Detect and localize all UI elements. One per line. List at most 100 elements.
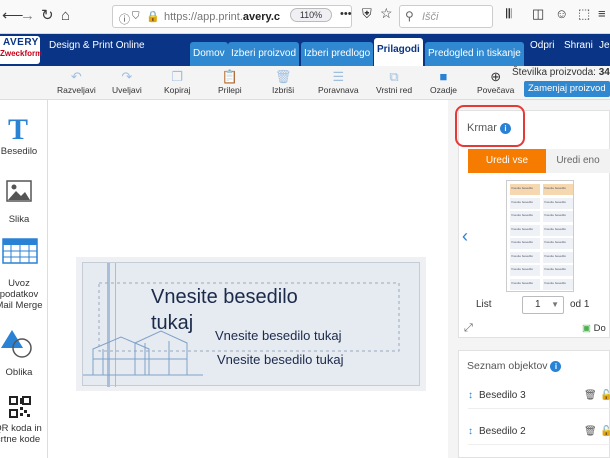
toolbar-label: Prilepi xyxy=(218,85,242,95)
toolbar-copy-button[interactable]: ❐ Kopiraj xyxy=(164,66,190,95)
undo-icon: ↶ xyxy=(70,69,82,84)
account-icon[interactable]: ☺ xyxy=(555,6,568,21)
object-label: Besedilo 2 xyxy=(479,426,526,437)
tab-customize[interactable]: Prilagodi xyxy=(374,38,423,66)
mail-merge-tool[interactable]: Uvoz podatkov Mail Merge xyxy=(0,238,48,311)
lock-icon[interactable]: 🔓 xyxy=(600,383,610,409)
tab-select-template[interactable]: Izberi predlogo xyxy=(301,42,374,66)
thumbnail-label-cell: Vnesite besedilo xyxy=(543,197,573,209)
thumbnail-label-cell: Vnesite besedilo xyxy=(543,184,573,195)
zoom-indicator[interactable]: 110% xyxy=(290,8,332,22)
home-icon[interactable]: ⌂ xyxy=(61,7,70,25)
image-icon xyxy=(6,180,32,202)
list-item[interactable]: ↕ Besedilo 2 🗑 🔓 xyxy=(468,419,610,445)
drag-handle-icon[interactable]: ↕ xyxy=(468,390,473,401)
forward-icon[interactable]: → xyxy=(20,7,35,25)
text-icon: T xyxy=(7,113,28,146)
toolbar-paste-button[interactable]: 📋 Prilepi xyxy=(218,66,242,95)
toolbar-background-button[interactable]: ■ Ozadje xyxy=(430,66,457,95)
shape-tool-label: Oblika xyxy=(5,367,33,378)
shield-icon[interactable]: ⛉ xyxy=(132,11,140,22)
open-link[interactable]: Odpri xyxy=(530,40,554,51)
thumbnail-label-cell: Vnesite besedilo xyxy=(510,251,540,263)
page-select[interactable]: 1 ▼ xyxy=(522,296,564,314)
thumbnail-label-cell: Vnesite besedilo xyxy=(510,278,540,290)
qr-icon xyxy=(9,396,31,418)
bookmark-star-icon[interactable]: ☆ xyxy=(380,5,393,22)
list-item[interactable]: ↕ Besedilo 3 🗑 🔓 xyxy=(468,383,610,409)
sheet-thumbnail[interactable]: Vnesite besedilo Vnesite besedilo Vnesite … xyxy=(506,180,574,292)
redo-icon: ↷ xyxy=(121,69,133,84)
tab-select-product[interactable]: Izberi proizvod xyxy=(228,42,300,66)
reload-icon[interactable]: ↻ xyxy=(41,7,54,25)
page-actions-button[interactable]: ••• xyxy=(340,8,352,20)
save-link[interactable]: Shrani xyxy=(564,40,593,51)
paste-icon: 📋 xyxy=(221,69,238,84)
navigator-title-text: Krmar xyxy=(467,122,497,134)
trash-icon: 🗑 xyxy=(274,69,292,84)
trash-icon[interactable]: 🗑 xyxy=(584,419,597,445)
lock-icon[interactable]: 🔓 xyxy=(600,419,610,445)
edit-all-button[interactable]: Uredi vse xyxy=(468,149,546,173)
thumbnail-label-cell: Vnesite besedilo xyxy=(510,184,540,195)
sidebar-icon[interactable]: ◫ xyxy=(532,6,544,22)
extension-icon[interactable]: ⬚ xyxy=(578,6,590,22)
thumbnail-label-cell: Vnesite besedilo xyxy=(543,251,573,263)
thumbnail-label-cell: Vnesite besedilo xyxy=(543,211,573,222)
url-domain: avery.c xyxy=(242,11,280,23)
info-icon[interactable]: ⓘ xyxy=(119,11,130,27)
search-box[interactable]: ⚲ Išči xyxy=(399,5,493,28)
label-text-2[interactable]: Vnesite besedilo tukaj xyxy=(215,328,341,343)
search-placeholder: Išči xyxy=(422,11,439,23)
toolbar-trash-button[interactable]: 🗑 Izbriši xyxy=(272,66,294,95)
drag-handle-icon[interactable]: ↕ xyxy=(468,426,473,437)
thumbnail-label-cell: Vnesite besedilo xyxy=(543,265,573,276)
label-preview[interactable]: Vnesite besedilo tukaj Vnesite besedilo t… xyxy=(82,262,420,387)
url-text: https://app.print.avery.c xyxy=(164,11,280,23)
toolbar-label: Kopiraj xyxy=(164,85,191,95)
page-of: od 1 xyxy=(570,299,590,310)
toolbar-label: Vrstni red xyxy=(376,85,413,95)
toolbar-undo-button[interactable]: ↶ Razveljavi xyxy=(57,66,96,95)
pocket-icon[interactable]: ⛨ xyxy=(362,6,372,22)
qr-tool-label: QR koda in črtne kode xyxy=(0,423,42,445)
label-text-3[interactable]: Vnesite besedilo tukaj xyxy=(217,352,343,367)
thumbnail-label-cell: Vnesite besedilo xyxy=(510,238,540,249)
trash-icon[interactable]: 🗑 xyxy=(584,383,597,409)
thumbnail-label-cell: Vnesite besedilo xyxy=(543,238,573,249)
language-link[interactable]: Je xyxy=(599,40,610,51)
download-button[interactable]: ▣ Do xyxy=(582,323,606,334)
info-icon[interactable]: i xyxy=(550,361,562,372)
align-icon: ☰ xyxy=(332,69,345,84)
edit-one-button[interactable]: Uredi eno xyxy=(546,149,610,173)
expand-icon[interactable]: ⤢ xyxy=(464,322,473,335)
toolbar-label: Razveljavi xyxy=(57,85,96,95)
product-number: Številka proizvoda: 34 xyxy=(512,67,610,78)
qr-barcode-tool[interactable]: QR koda in črtne kode xyxy=(0,396,48,445)
add-text-tool[interactable]: T Besedilo xyxy=(0,113,48,158)
menu-icon[interactable]: ≡ xyxy=(598,6,606,21)
chevron-left-icon[interactable]: ‹ xyxy=(462,226,468,247)
thumbnail-label-cell: Vnesite besedilo xyxy=(510,211,540,222)
toolbar-align-button[interactable]: ☰ Poravnava xyxy=(318,66,359,95)
toolbar-order-button[interactable]: ⧉ Vrstni red xyxy=(376,66,412,95)
table-icon xyxy=(2,238,38,264)
replace-product-button[interactable]: Zamenjaj proizvod xyxy=(524,81,610,97)
info-icon[interactable]: i xyxy=(500,123,512,134)
avery-logo[interactable]: AVERY Zweckform xyxy=(0,36,43,64)
order-icon: ⧉ xyxy=(389,69,399,84)
label-heading-line1: Vnesite besedilo xyxy=(151,286,298,308)
add-image-tool[interactable]: Slika xyxy=(0,180,48,225)
product-number-label: Številka proizvoda: xyxy=(512,67,596,78)
add-shape-tool[interactable]: Oblika xyxy=(0,328,48,378)
tab-home[interactable]: Domov xyxy=(190,42,228,66)
tab-preview-print[interactable]: Predogled in tiskanje xyxy=(425,42,524,66)
toolbar-redo-button[interactable]: ↷ Uveljavi xyxy=(112,66,142,95)
library-icon[interactable]: 𝄃𝄃 xyxy=(506,6,512,22)
zoom-icon: ⊕ xyxy=(490,69,502,84)
toolbar-zoom-button[interactable]: ⊕ Povečava xyxy=(477,66,514,95)
page-select-value: 1 xyxy=(535,299,541,310)
navigator-title: Krmar i xyxy=(467,122,512,134)
thumbnail-label-cell: Vnesite besedilo xyxy=(543,278,573,290)
logo-line2: Zweckform xyxy=(0,49,43,58)
